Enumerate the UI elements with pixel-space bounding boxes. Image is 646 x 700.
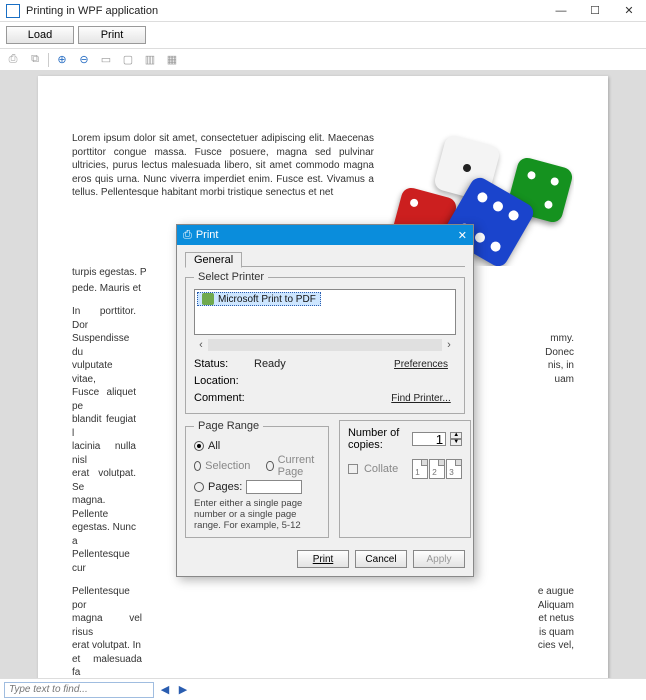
dialog-apply-button: Apply — [413, 550, 465, 568]
find-next-button[interactable]: ▶ — [176, 683, 190, 696]
maximize-button[interactable]: ☐ — [578, 0, 612, 22]
page-range-group: Page Range All Selection Current Page Pa… — [185, 420, 329, 538]
status-value: Ready — [254, 358, 386, 370]
find-input[interactable] — [4, 682, 154, 698]
print-dialog-title: Print — [196, 229, 219, 241]
window-title: Printing in WPF application — [26, 5, 158, 17]
minimize-button[interactable]: — — [544, 0, 578, 22]
select-printer-group: Select Printer Microsoft Print to PDF ‹ … — [185, 271, 465, 414]
load-button[interactable]: Load — [6, 26, 74, 44]
find-bar: ◀ ▶ — [0, 678, 646, 700]
viewer-toolbar: ⎙ ⧉ ⊕ ⊖ ▭ ▢ ▥ ▦ — [0, 49, 646, 71]
range-all-radio[interactable]: All — [194, 440, 320, 452]
tab-general[interactable]: General — [185, 252, 242, 268]
printer-icon — [202, 293, 214, 305]
dialog-print-button[interactable]: Print — [297, 550, 349, 568]
close-button[interactable]: ✕ — [612, 0, 646, 22]
preferences-button[interactable]: Preferences — [386, 355, 456, 373]
copies-input[interactable] — [412, 432, 446, 446]
range-selection-radio: Selection Current Page — [194, 454, 320, 478]
pages-input[interactable] — [246, 480, 302, 494]
fit-page-icon[interactable]: ▢ — [119, 51, 137, 69]
print-icon[interactable]: ⎙ — [4, 51, 22, 69]
copies-up-button[interactable]: ▲ — [450, 432, 462, 439]
printer-item-selected[interactable]: Microsoft Print to PDF — [197, 292, 321, 306]
zoom-in-icon[interactable]: ⊕ — [53, 51, 71, 69]
print-dialog: ⎙ Print ✕ General Select Printer Microso… — [176, 224, 474, 577]
zoom-out-icon[interactable]: ⊖ — [75, 51, 93, 69]
fit-width-icon[interactable]: ▭ — [97, 51, 115, 69]
scroll-left-icon[interactable]: ‹ — [194, 339, 208, 351]
thumbnails-icon[interactable]: ▦ — [163, 51, 181, 69]
page-range-hint: Enter either a single page number or a s… — [194, 498, 320, 531]
copies-down-button[interactable]: ▼ — [450, 439, 462, 446]
copies-group: Number of copies: ▲ ▼ Collate 11 22 33 — [339, 420, 471, 538]
print-dialog-close-button[interactable]: ✕ — [458, 229, 467, 242]
print-dialog-titlebar[interactable]: ⎙ Print ✕ — [177, 225, 473, 245]
print-button[interactable]: Print — [78, 26, 146, 44]
collate-checkbox — [348, 464, 358, 474]
two-page-icon[interactable]: ▥ — [141, 51, 159, 69]
find-printer-button[interactable]: Find Printer... — [386, 389, 456, 407]
range-pages-radio[interactable]: Pages: — [194, 480, 320, 494]
printer-list[interactable]: Microsoft Print to PDF — [194, 289, 456, 335]
printer-list-scroll[interactable]: ‹ › — [194, 339, 456, 351]
dialog-cancel-button[interactable]: Cancel — [355, 550, 407, 568]
main-title-bar: Printing in WPF application — ☐ ✕ — [0, 0, 646, 22]
collate-preview: 11 22 33 — [412, 459, 462, 479]
command-bar: Load Print — [0, 22, 646, 49]
copy-icon[interactable]: ⧉ — [26, 51, 44, 69]
find-prev-button[interactable]: ◀ — [158, 683, 172, 696]
app-icon — [6, 4, 20, 18]
scroll-right-icon[interactable]: › — [442, 339, 456, 351]
